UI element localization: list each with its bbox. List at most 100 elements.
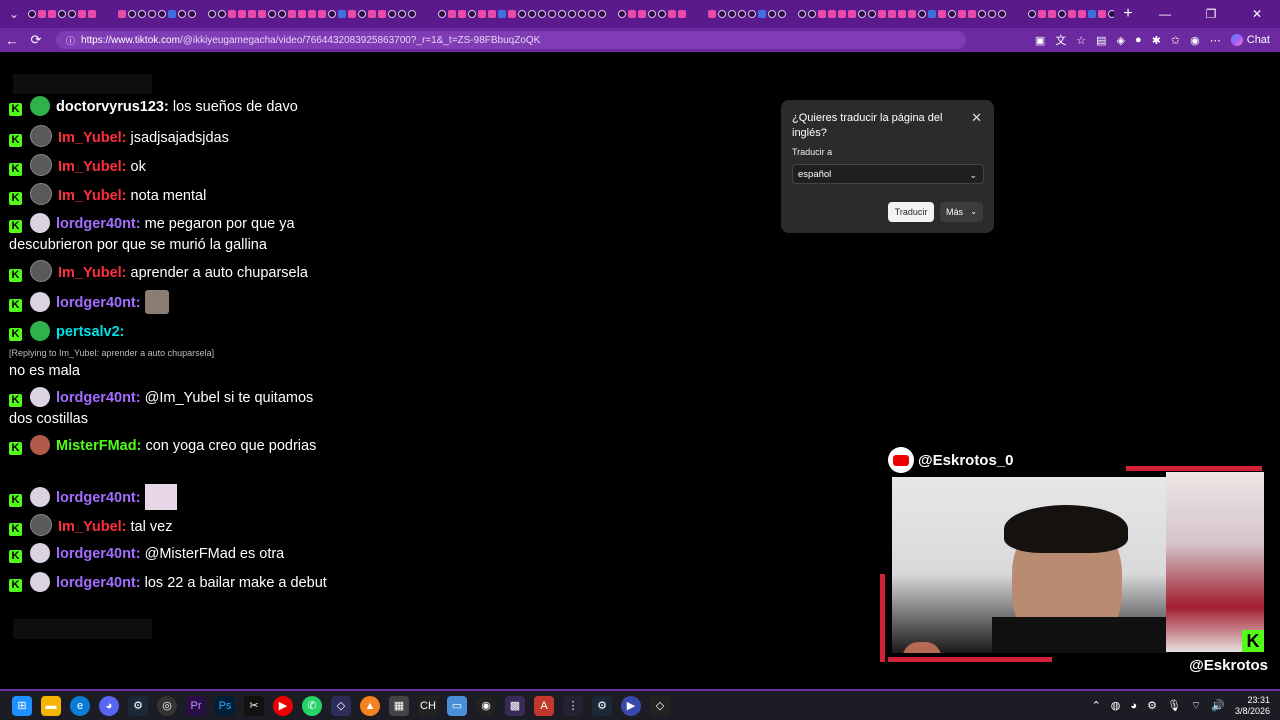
browser-tab[interactable]	[738, 10, 746, 18]
browser-tab[interactable]	[568, 10, 576, 18]
refresh-icon[interactable]: ⟳	[24, 32, 48, 48]
browser-tab[interactable]	[978, 10, 986, 18]
file-explorer-icon[interactable]: ▬	[41, 695, 61, 716]
browser-tab[interactable]	[68, 10, 76, 18]
steam-tray-icon[interactable]: ⚙	[1147, 699, 1157, 712]
obs-icon[interactable]: ◉	[476, 695, 496, 716]
close-icon[interactable]: ✕	[971, 110, 982, 126]
browser-tab[interactable]	[478, 10, 486, 18]
discord-tray-icon[interactable]: ◕	[1130, 700, 1137, 712]
favorites-icon[interactable]: ✩	[1171, 34, 1180, 47]
browser-tab[interactable]	[468, 10, 476, 18]
browser-tab[interactable]	[848, 10, 856, 18]
browser-tab[interactable]	[1058, 10, 1066, 18]
browser-tab[interactable]	[348, 10, 356, 18]
browser-tab[interactable]	[498, 10, 506, 18]
browser-tab[interactable]	[378, 10, 386, 18]
acrobat-icon[interactable]: A	[534, 695, 554, 716]
browser-tab[interactable]	[208, 10, 216, 18]
browser-tab[interactable]	[308, 10, 316, 18]
browser-tab[interactable]	[658, 10, 666, 18]
browser-tab[interactable]	[408, 10, 416, 18]
display-settings-icon[interactable]: ▭	[447, 695, 467, 716]
browser-tab[interactable]	[218, 10, 226, 18]
browser-tab[interactable]	[1098, 10, 1106, 18]
more-button[interactable]: Más ⌄	[940, 202, 983, 222]
browser-tab[interactable]	[648, 10, 656, 18]
browser-tab[interactable]	[238, 10, 246, 18]
browser-tab[interactable]	[508, 10, 516, 18]
close-window-button[interactable]: ✕	[1234, 7, 1280, 21]
media-player-icon[interactable]: ▶	[273, 695, 293, 716]
minimize-button[interactable]: —	[1142, 7, 1188, 21]
browser-tab[interactable]	[638, 10, 646, 18]
browser-tab[interactable]	[938, 10, 946, 18]
browser-tab[interactable]	[58, 10, 66, 18]
browser-tab[interactable]	[368, 10, 376, 18]
browser-tab[interactable]	[438, 10, 446, 18]
browser-tab[interactable]	[178, 10, 186, 18]
browser-tab[interactable]	[338, 10, 346, 18]
network-app-icon[interactable]: ◇	[650, 695, 670, 716]
browser-tab[interactable]	[878, 10, 886, 18]
app-available-icon[interactable]: ▣	[1035, 34, 1045, 47]
browser-tab[interactable]	[1028, 10, 1036, 18]
browser-tab[interactable]	[828, 10, 836, 18]
browser-tab[interactable]	[318, 10, 326, 18]
browser-tab[interactable]	[618, 10, 626, 18]
game-launcher-icon[interactable]: ▩	[505, 695, 525, 716]
browser-tab[interactable]	[398, 10, 406, 18]
profile-avatar[interactable]: ◉	[1190, 34, 1200, 47]
browser-tab[interactable]	[128, 10, 136, 18]
favorite-star-icon[interactable]: ☆	[1076, 34, 1086, 47]
address-field[interactable]: ⓘ https://www.tiktok.com/@ikkiyeugamegac…	[56, 31, 966, 49]
browser-tab[interactable]	[518, 10, 526, 18]
steam-icon[interactable]: ⚙	[128, 695, 148, 716]
browser-tab[interactable]	[268, 10, 276, 18]
browser-tab[interactable]	[918, 10, 926, 18]
edge-browser-icon[interactable]: e	[70, 695, 90, 716]
browser-tab[interactable]	[328, 10, 336, 18]
browser-tab[interactable]	[288, 10, 296, 18]
steam-icon[interactable]: ⚙	[592, 695, 612, 716]
browser-tab[interactable]	[148, 10, 156, 18]
browser-tab[interactable]	[868, 10, 876, 18]
browser-tab[interactable]	[458, 10, 466, 18]
browser-tab[interactable]	[818, 10, 826, 18]
capcut-icon[interactable]: ✂	[244, 695, 264, 716]
browser-tab[interactable]	[548, 10, 556, 18]
browser-tab[interactable]	[588, 10, 596, 18]
browser-tab[interactable]	[628, 10, 636, 18]
browser-tab[interactable]	[28, 10, 36, 18]
maximize-button[interactable]: ❐	[1188, 7, 1234, 21]
show-hidden-icons-icon[interactable]: ⌃	[1092, 699, 1101, 712]
browser-tab[interactable]	[278, 10, 286, 18]
taskbar-clock[interactable]: 23:31 3/8/2026	[1235, 695, 1270, 717]
browser-tab[interactable]	[1078, 10, 1086, 18]
chrome-tray-icon[interactable]: ◍	[1111, 699, 1121, 712]
browser-tab[interactable]	[1088, 10, 1096, 18]
browser-tab[interactable]	[168, 10, 176, 18]
browser-tab[interactable]	[88, 10, 96, 18]
browser-tab[interactable]	[228, 10, 236, 18]
extensions-puzzle-icon[interactable]: ✱	[1152, 34, 1161, 47]
browser-tab[interactable]	[678, 10, 686, 18]
media-app-icon[interactable]: ▶	[621, 695, 641, 716]
premiere-icon[interactable]: Pr	[186, 695, 206, 716]
browser-tab[interactable]	[158, 10, 166, 18]
new-tab-button[interactable]: +	[1114, 5, 1142, 23]
back-arrow-icon[interactable]: ←	[0, 33, 24, 48]
browser-tab[interactable]	[778, 10, 786, 18]
browser-tab[interactable]	[248, 10, 256, 18]
browser-tab[interactable]	[758, 10, 766, 18]
browser-tab[interactable]	[998, 10, 1006, 18]
language-select[interactable]: español ⌄	[792, 164, 984, 184]
browser-tab[interactable]	[948, 10, 956, 18]
browser-tab[interactable]	[258, 10, 266, 18]
site-info-icon[interactable]: ⓘ	[66, 34, 75, 47]
copilot-chat-button[interactable]: Chat	[1230, 34, 1270, 46]
more-menu-icon[interactable]: ⋯	[1210, 34, 1221, 47]
browser-tab[interactable]	[1038, 10, 1046, 18]
browser-tab[interactable]	[1048, 10, 1056, 18]
browser-tab[interactable]	[798, 10, 806, 18]
